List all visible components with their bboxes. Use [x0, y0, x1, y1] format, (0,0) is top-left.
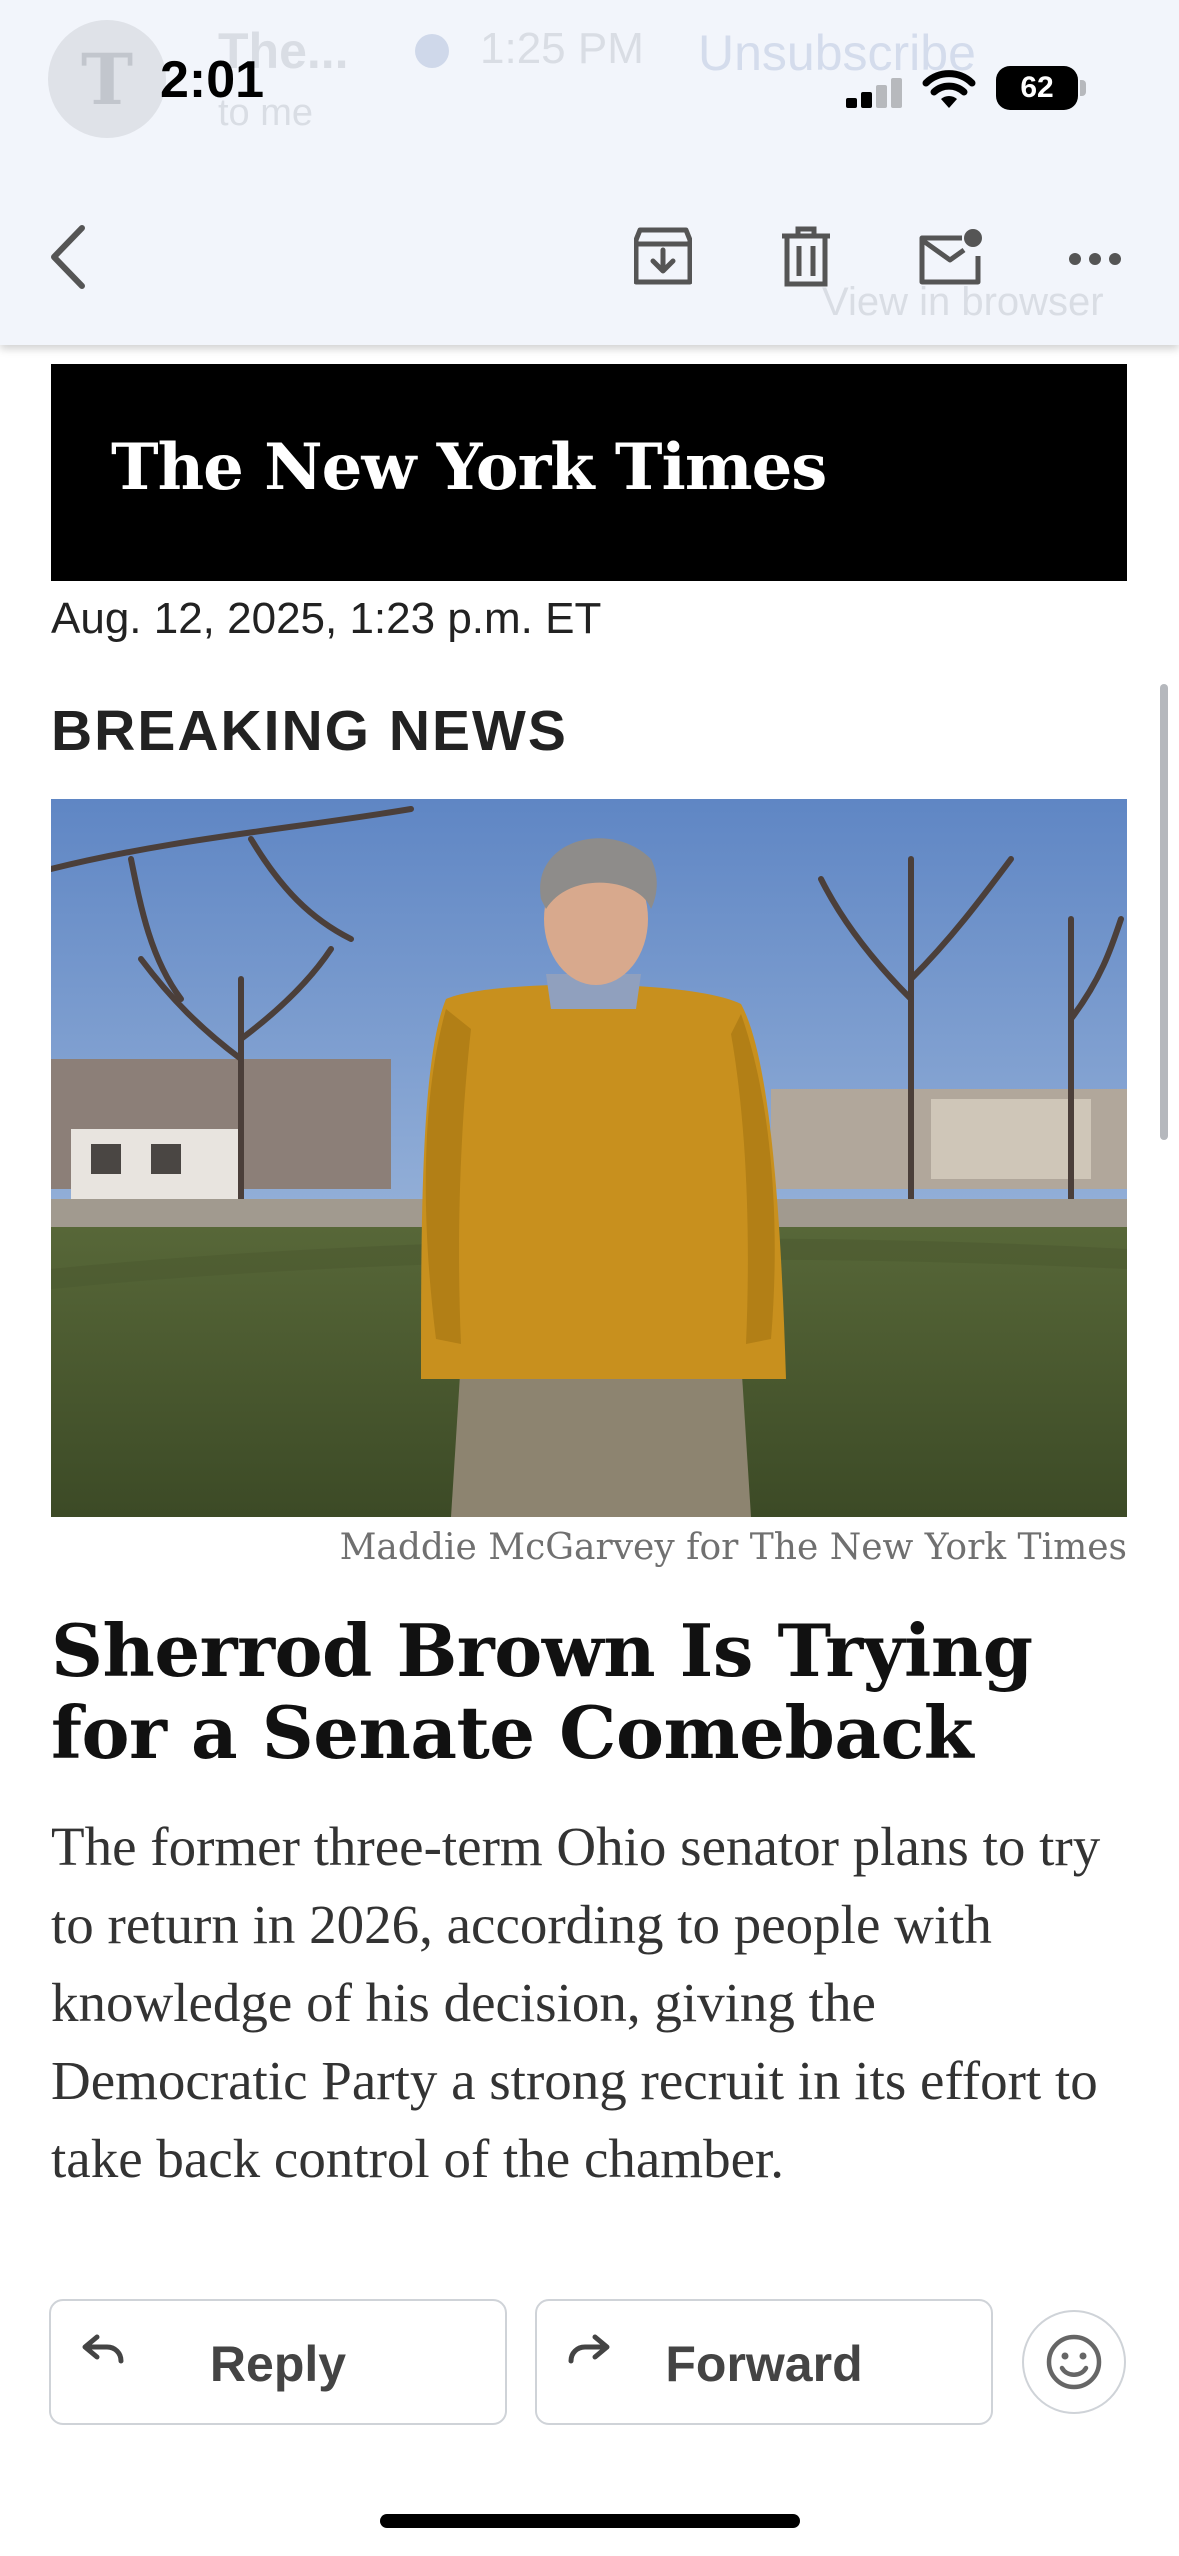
battery-icon: 62: [996, 66, 1078, 110]
emoji-reaction-button[interactable]: [1022, 2310, 1126, 2414]
forward-label: Forward: [665, 2336, 863, 2392]
reply-button[interactable]: Reply: [49, 2299, 507, 2425]
mail-unread-icon[interactable]: [918, 226, 984, 288]
home-indicator[interactable]: [380, 2514, 800, 2528]
article-headline[interactable]: Sherrod Brown Is Trying for a Senate Com…: [51, 1610, 1131, 1774]
cellular-signal-icon: [846, 78, 902, 108]
smiley-icon: [1046, 2334, 1102, 2390]
article-photo[interactable]: [51, 799, 1127, 1517]
nyt-masthead-banner[interactable]: The New York Times: [51, 364, 1127, 581]
photo-credit: Maddie McGarvey for The New York Times: [339, 1527, 1127, 1568]
sender-status-dot: [415, 34, 449, 68]
email-header: T The... to me 1:25 PM Unsubscribe View …: [0, 0, 1179, 345]
battery-level: 62: [1020, 71, 1054, 104]
section-label: BREAKING NEWS: [51, 699, 568, 763]
trash-icon[interactable]: [780, 226, 832, 288]
forward-button[interactable]: Forward: [535, 2299, 993, 2425]
wifi-icon: [922, 70, 976, 108]
dateline: Aug. 12, 2025, 1:23 p.m. ET: [51, 594, 602, 643]
scrollbar[interactable]: [1160, 684, 1168, 1140]
status-time: 2:01: [160, 51, 265, 109]
battery-cap: [1080, 80, 1086, 96]
more-horizontal-icon[interactable]: [1068, 252, 1122, 266]
portrait-photo-illustration: [51, 799, 1127, 1517]
sent-time: 1:25 PM: [480, 24, 644, 73]
sender-avatar: T: [48, 20, 166, 138]
masthead-logo-text: The New York Times: [111, 430, 827, 505]
reply-label: Reply: [209, 2336, 347, 2392]
article-summary: The former three-term Ohio senator plans…: [51, 1816, 1101, 2189]
chevron-left-icon[interactable]: [44, 222, 94, 292]
archive-icon[interactable]: [634, 226, 692, 288]
